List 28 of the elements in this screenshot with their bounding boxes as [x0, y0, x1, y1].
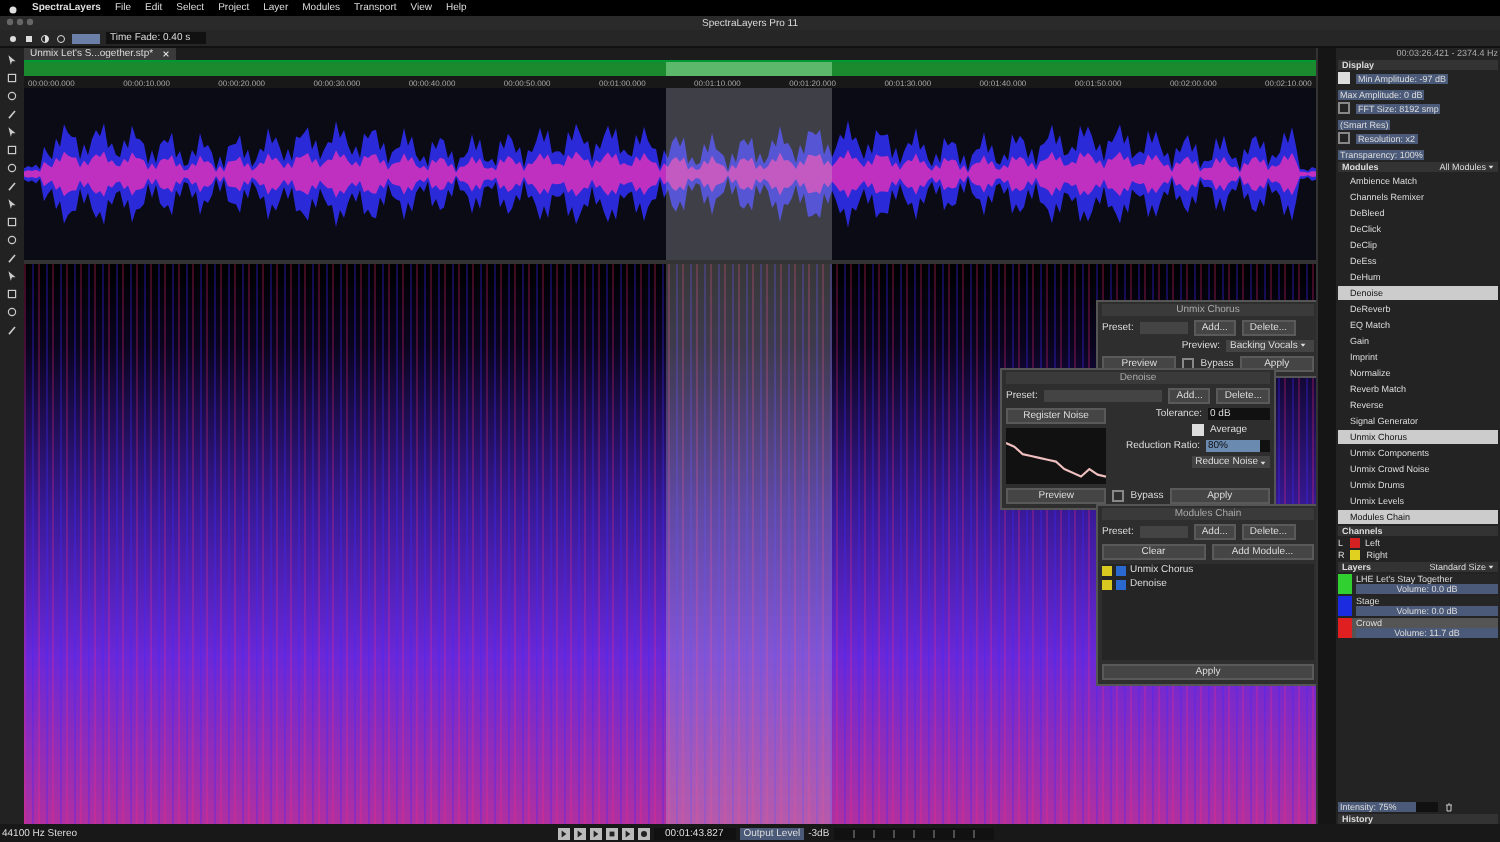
- layer-color-swatch[interactable]: [1338, 574, 1352, 594]
- caret-icon: [1299, 342, 1306, 348]
- display-checkbox[interactable]: [1338, 102, 1350, 114]
- caret-icon: [1488, 564, 1494, 570]
- select-icon[interactable]: [6, 72, 18, 84]
- average-checkbox[interactable]: [1192, 424, 1204, 436]
- caret-icon: [1488, 164, 1494, 170]
- selection-region[interactable]: [666, 88, 832, 260]
- dot-icon[interactable]: [8, 33, 18, 43]
- record-icon[interactable]: [637, 827, 650, 839]
- bypass-checkbox[interactable]: [1112, 490, 1125, 502]
- channel-color-swatch[interactable]: [1349, 538, 1360, 548]
- channel-color-swatch[interactable]: [1350, 550, 1361, 560]
- layer-color-swatch[interactable]: [1338, 618, 1352, 638]
- color-swatch[interactable]: [72, 33, 100, 43]
- close-icon[interactable]: [161, 50, 170, 58]
- trash-icon[interactable]: [1444, 802, 1454, 812]
- noise-profile-graph: [1006, 428, 1106, 484]
- stop-icon[interactable]: [605, 827, 618, 839]
- caret-icon: [1260, 459, 1266, 465]
- selection-region[interactable]: [666, 264, 832, 824]
- play-icon[interactable]: [621, 827, 634, 839]
- cursor-icon[interactable]: [6, 54, 18, 66]
- minimize-icon[interactable]: [16, 18, 24, 26]
- half-circle-icon[interactable]: [40, 33, 50, 43]
- display-checkbox[interactable]: [1338, 132, 1350, 144]
- ring-icon[interactable]: [56, 33, 66, 43]
- layer-color-swatch[interactable]: [1338, 596, 1352, 616]
